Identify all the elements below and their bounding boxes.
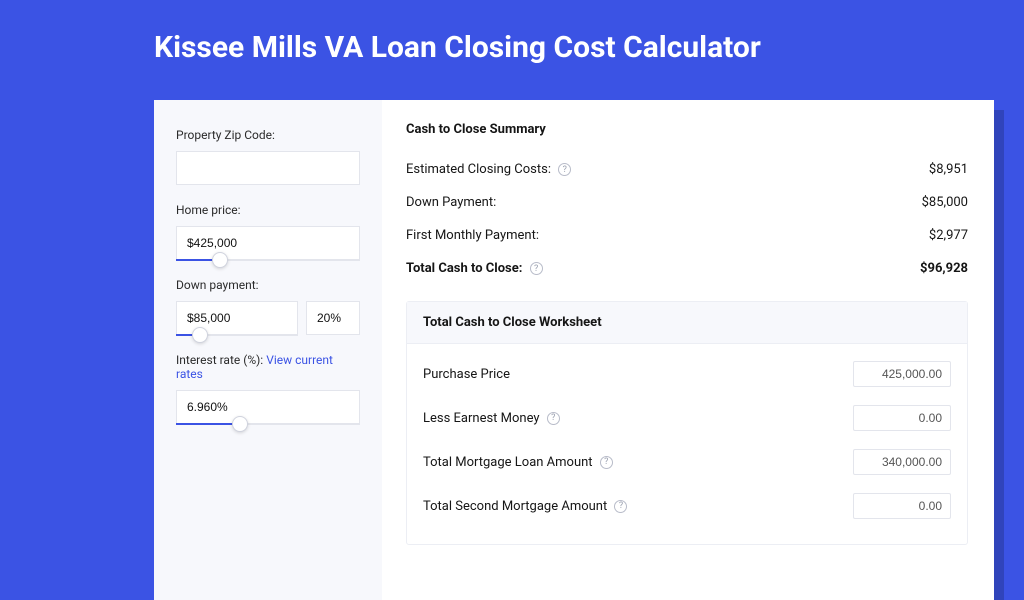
inputs-sidebar: Property Zip Code: Home price: Down paym… [154,100,382,600]
results-panel: Cash to Close Summary Estimated Closing … [382,100,994,600]
summary-label: Estimated Closing Costs: ? [406,162,571,177]
home-price-label: Home price: [176,203,360,217]
home-price-input[interactable] [176,226,360,260]
summary-label: First Monthly Payment: [406,228,539,243]
summary-value: $8,951 [929,162,968,177]
interest-rate-input[interactable] [176,390,360,424]
interest-rate-field: Interest rate (%): View current rates [176,353,360,424]
summary-row-closing-costs: Estimated Closing Costs: ? $8,951 [406,153,968,186]
home-price-slider[interactable] [176,226,360,260]
interest-rate-slider[interactable] [176,390,360,424]
zip-label: Property Zip Code: [176,128,360,142]
worksheet-label-text: Total Second Mortgage Amount [423,499,607,514]
help-icon[interactable]: ? [530,262,543,275]
interest-rate-label-text: Interest rate (%): [176,353,266,367]
worksheet-body: Purchase Price Less Earnest Money ? Tota… [407,344,967,544]
worksheet-label: Purchase Price [423,367,510,382]
summary-value: $96,928 [920,261,968,276]
slider-thumb[interactable] [232,416,248,432]
zip-field: Property Zip Code: [176,128,360,185]
slider-fill [176,423,240,425]
help-icon[interactable]: ? [614,500,627,513]
help-icon[interactable]: ? [547,412,560,425]
worksheet-label: Total Mortgage Loan Amount ? [423,455,613,470]
down-payment-label: Down payment: [176,278,360,292]
worksheet-row-purchase-price: Purchase Price [423,352,951,396]
summary-label: Total Cash to Close: ? [406,261,543,276]
worksheet-card: Total Cash to Close Worksheet Purchase P… [406,301,968,545]
summary-row-total: Total Cash to Close: ? $96,928 [406,252,968,285]
calculator-card: Property Zip Code: Home price: Down paym… [154,100,994,600]
worksheet-row-earnest-money: Less Earnest Money ? [423,396,951,440]
worksheet-input[interactable] [853,493,951,519]
worksheet-row-loan-amount: Total Mortgage Loan Amount ? [423,440,951,484]
worksheet-title: Total Cash to Close Worksheet [407,302,967,344]
worksheet-input[interactable] [853,405,951,431]
home-price-field: Home price: [176,203,360,260]
interest-rate-label: Interest rate (%): View current rates [176,353,360,381]
page-title: Kissee Mills VA Loan Closing Cost Calcul… [0,0,1024,87]
down-payment-field: Down payment: [176,278,360,335]
worksheet-input[interactable] [853,361,951,387]
slider-thumb[interactable] [192,327,208,343]
worksheet-label-text: Total Mortgage Loan Amount [423,455,593,470]
worksheet-label: Total Second Mortgage Amount ? [423,499,627,514]
slider-thumb[interactable] [212,252,228,268]
summary-value: $2,977 [929,228,968,243]
worksheet-label: Less Earnest Money ? [423,411,560,426]
summary-value: $85,000 [922,195,968,210]
summary-row-first-payment: First Monthly Payment: $2,977 [406,219,968,252]
summary-row-down-payment: Down Payment: $85,000 [406,186,968,219]
summary-label-text: Total Cash to Close: [406,261,522,276]
help-icon[interactable]: ? [600,456,613,469]
down-payment-pct-input[interactable] [306,301,360,335]
summary-label-text: Estimated Closing Costs: [406,162,551,177]
worksheet-label-text: Less Earnest Money [423,411,540,426]
summary-label: Down Payment: [406,195,496,210]
down-payment-slider[interactable] [176,301,298,335]
worksheet-row-second-mortgage: Total Second Mortgage Amount ? [423,484,951,528]
summary-title: Cash to Close Summary [406,122,968,137]
worksheet-input[interactable] [853,449,951,475]
zip-input[interactable] [176,151,360,185]
help-icon[interactable]: ? [558,163,571,176]
